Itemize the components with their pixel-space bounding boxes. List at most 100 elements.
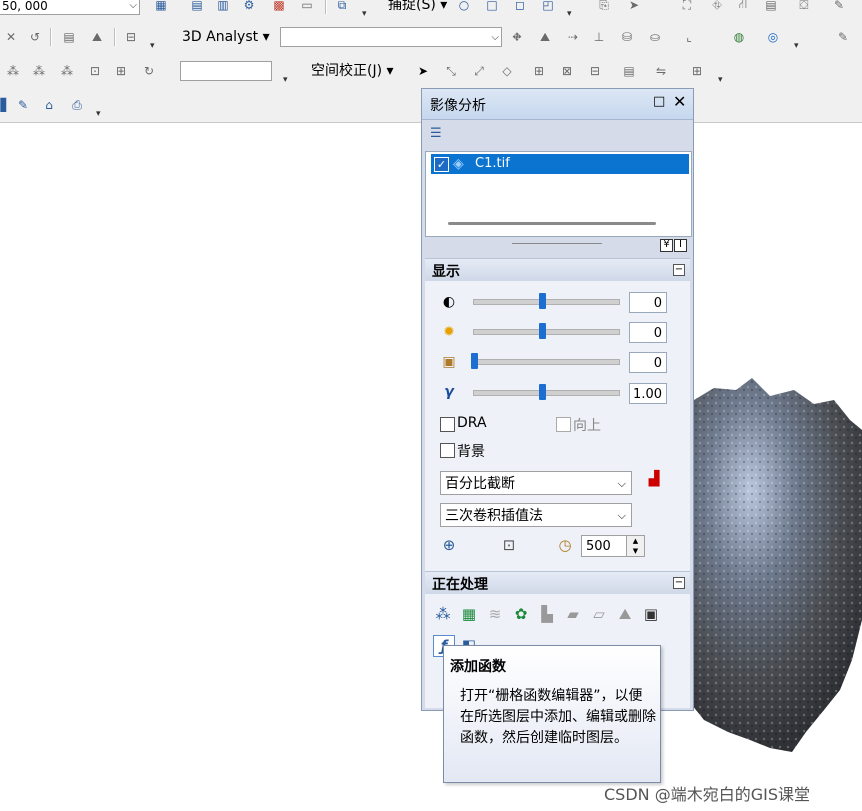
adjust-input[interactable] bbox=[180, 61, 272, 81]
clip-icon[interactable]: ⁂ bbox=[433, 604, 453, 624]
pointer-icon[interactable]: ➤ bbox=[625, 0, 643, 14]
contour-icon[interactable]: ▤ bbox=[60, 28, 78, 46]
gamma-value[interactable]: 1.00 bbox=[629, 383, 667, 404]
3d-layer-combo[interactable]: ⌵ bbox=[280, 27, 502, 47]
window-icon[interactable]: ▭ bbox=[298, 0, 316, 14]
orthorectify-icon[interactable]: ▱ bbox=[589, 604, 609, 624]
attributes-icon[interactable]: ▤ bbox=[762, 0, 780, 14]
steepest-path-icon[interactable]: ⛰ bbox=[88, 28, 106, 46]
pansharpen-icon[interactable]: ▰ bbox=[563, 604, 583, 624]
graph-icon[interactable]: ⌞ bbox=[680, 28, 698, 46]
mask-icon[interactable]: ▦ bbox=[459, 604, 479, 624]
mosaic-icon[interactable]: ▙ bbox=[537, 604, 557, 624]
toolbar-grip-icon[interactable]: ▾ bbox=[283, 76, 291, 85]
splitter-handle[interactable] bbox=[512, 243, 602, 244]
snapping-menu[interactable]: 捕捉(S) ▾ bbox=[388, 0, 447, 14]
terrain-icon[interactable]: ⛰ bbox=[536, 28, 554, 46]
modify-link-icon[interactable]: ⤢ bbox=[470, 62, 488, 80]
map-scale-combo[interactable]: 50, 000 ⌵ bbox=[0, 0, 140, 15]
contrast-slider-track[interactable] bbox=[473, 299, 620, 305]
link-table-icon[interactable]: ⊡ bbox=[86, 62, 104, 80]
transparency-slider-track[interactable] bbox=[473, 359, 620, 365]
edge-match-icon[interactable]: ⊟ bbox=[586, 62, 604, 80]
attribute-transfer-icon[interactable]: ⇋ bbox=[652, 62, 670, 80]
contrast-value[interactable]: 0 bbox=[629, 292, 667, 313]
contrast-slider-thumb[interactable] bbox=[539, 293, 546, 309]
edge-snap-icon[interactable]: ◰ bbox=[539, 0, 557, 14]
reshape-icon[interactable]: ⛗ bbox=[708, 0, 726, 14]
link-table-2-icon[interactable]: ▤ bbox=[620, 62, 638, 80]
model-builder-icon[interactable]: ⧉ bbox=[333, 0, 351, 14]
full-extent-icon[interactable]: ⊡ bbox=[499, 535, 519, 555]
horizontal-scrollbar[interactable] bbox=[448, 222, 656, 225]
spatial-adjustment-menu[interactable]: 空间校正(J) ▾ bbox=[311, 62, 394, 80]
3d-tool-icon[interactable]: ⛖ bbox=[508, 28, 526, 46]
histogram-icon[interactable]: ▟ bbox=[643, 471, 665, 493]
ndvi-icon[interactable]: ✿ bbox=[511, 604, 531, 624]
gamma-slider-track[interactable] bbox=[473, 390, 620, 396]
stack-icon[interactable]: ⛀ bbox=[646, 28, 664, 46]
stretch-select[interactable]: 百分比截断 ⌵ bbox=[440, 471, 632, 495]
scene-icon[interactable]: ◎ bbox=[764, 28, 782, 46]
globe-icon[interactable]: ◍ bbox=[730, 28, 748, 46]
split-icon[interactable]: ⛙ bbox=[734, 0, 752, 14]
point-profile-icon[interactable]: ⊥ bbox=[590, 28, 608, 46]
composite-icon[interactable]: ≋ bbox=[485, 604, 505, 624]
profile-icon[interactable]: ↺ bbox=[26, 28, 44, 46]
cache-size-stepper[interactable]: 500 ▲ ▼ bbox=[581, 535, 645, 557]
building-icon[interactable]: ⌂ bbox=[40, 96, 58, 114]
toolbar-grip-icon[interactable]: ▾ bbox=[96, 110, 104, 119]
info-icon[interactable]: I bbox=[674, 239, 687, 252]
resample-select[interactable]: 三次卷积插值法 ⌵ bbox=[440, 503, 632, 527]
new-displacement-icon[interactable]: ⤡ bbox=[442, 62, 460, 80]
layer-row[interactable]: ✓ ◈ C1.tif bbox=[431, 154, 689, 174]
brightness-slider-thumb[interactable] bbox=[539, 323, 546, 339]
catalog-icon[interactable]: ▥ bbox=[214, 0, 232, 14]
vertex-snap-icon[interactable]: ◻ bbox=[511, 0, 529, 14]
view-links-icon[interactable]: ⊞ bbox=[112, 62, 130, 80]
chevron-down-icon[interactable]: ⌵ bbox=[618, 504, 626, 528]
end-snap-icon[interactable]: □ bbox=[483, 0, 501, 14]
rotate-icon[interactable]: ↻ bbox=[140, 62, 158, 80]
point-snap-icon[interactable]: ○ bbox=[455, 0, 473, 14]
toolbox-icon[interactable]: ▩ bbox=[270, 0, 288, 14]
display-section-header[interactable]: 显示 − bbox=[425, 258, 690, 281]
print-icon[interactable]: ⎙ bbox=[68, 96, 86, 114]
area-icon[interactable]: ⊠ bbox=[558, 62, 576, 80]
chevron-down-icon[interactable]: ⌵ bbox=[129, 0, 137, 16]
maximize-icon[interactable]: □ bbox=[653, 94, 665, 109]
identity-link-icon[interactable]: ⁂ bbox=[58, 62, 76, 80]
list-options-icon[interactable]: ☰ bbox=[430, 126, 446, 142]
brush-icon[interactable]: ✎ bbox=[834, 28, 852, 46]
chevron-down-icon[interactable]: ⌵ bbox=[491, 28, 499, 48]
hillshade-icon[interactable]: ⛰ bbox=[615, 604, 635, 624]
north-up-checkbox-box[interactable] bbox=[556, 417, 571, 432]
toolbar-grip-icon[interactable]: ▾ bbox=[567, 10, 575, 19]
layer-icon[interactable]: ▋ bbox=[0, 96, 14, 114]
transparency-value[interactable]: 0 bbox=[629, 352, 667, 373]
table-icon[interactable]: ▤ bbox=[188, 0, 206, 14]
extrude-icon[interactable]: ⛁ bbox=[618, 28, 636, 46]
3d-analyst-menu[interactable]: 3D Analyst ▾ bbox=[182, 28, 270, 46]
toolbar-grip-icon[interactable]: ▾ bbox=[794, 42, 802, 51]
toolbar-grip-icon[interactable]: ▾ bbox=[362, 10, 370, 19]
dra-checkbox-box[interactable] bbox=[440, 417, 455, 432]
save-icon[interactable]: ▣ bbox=[641, 604, 661, 624]
stepper-arrows-icon[interactable]: ▲ ▼ bbox=[626, 536, 644, 556]
sketch-icon[interactable]: ⛋ bbox=[795, 0, 813, 14]
add-control-point-icon[interactable]: ⁂ bbox=[4, 62, 22, 80]
panel-title-bar[interactable]: 影像分析 □ ✕ bbox=[422, 89, 693, 120]
cache-icon[interactable]: ◷ bbox=[555, 535, 575, 555]
pencil-icon[interactable]: ✎ bbox=[14, 96, 32, 114]
select-features-icon[interactable]: ▦ bbox=[152, 0, 170, 14]
preview-icon[interactable]: ⊞ bbox=[688, 62, 706, 80]
edit-tool-icon[interactable]: ⛶ bbox=[678, 0, 696, 14]
chevron-down-icon[interactable]: ⌵ bbox=[618, 472, 626, 496]
select-elements-icon[interactable]: ➤ bbox=[414, 62, 432, 80]
brightness-value[interactable]: 0 bbox=[629, 322, 667, 343]
brightness-slider-track[interactable] bbox=[473, 329, 620, 335]
transparency-slider-thumb[interactable] bbox=[471, 353, 478, 369]
layer-list[interactable]: ✓ ◈ C1.tif bbox=[425, 151, 692, 237]
toolbar-grip-icon[interactable]: ▾ bbox=[718, 76, 726, 85]
collapse-icon[interactable]: − bbox=[673, 577, 685, 589]
